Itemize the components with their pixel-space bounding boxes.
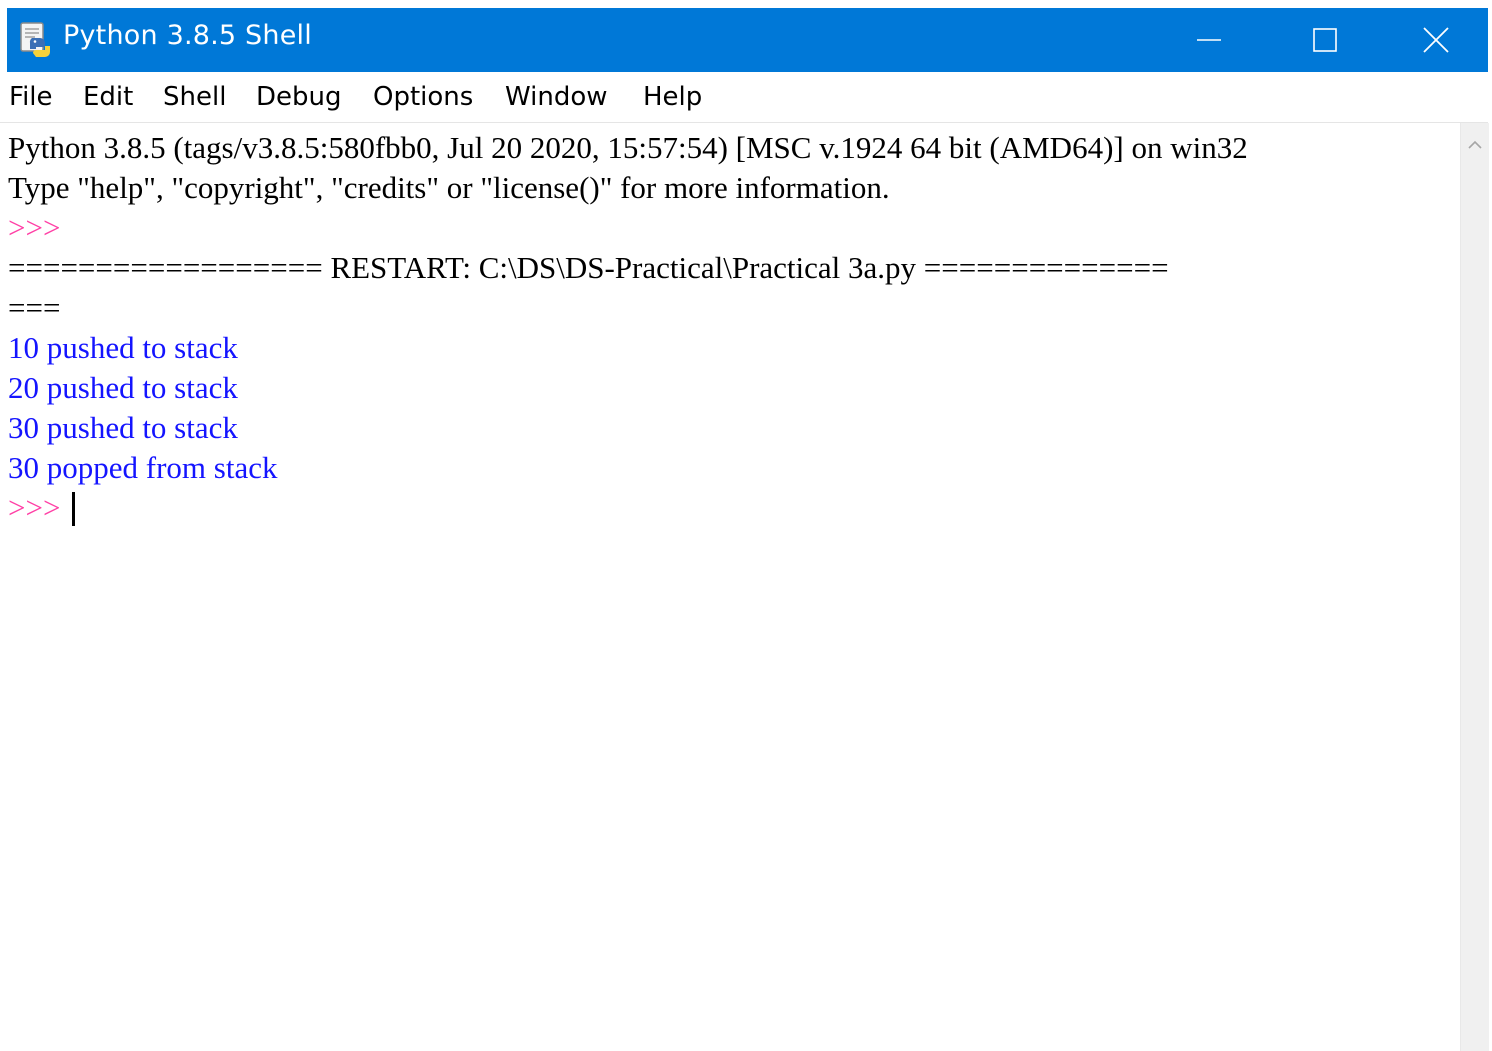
close-icon <box>1422 27 1449 53</box>
menu-shell[interactable]: Shell <box>163 80 226 114</box>
output-line: 10 pushed to stack <box>8 330 238 365</box>
vertical-scrollbar[interactable] <box>1460 123 1489 1051</box>
minimize-icon <box>1197 28 1221 52</box>
output-line: 20 pushed to stack <box>8 370 238 405</box>
restart-line-wrap: === <box>8 290 61 325</box>
text-cursor <box>72 491 76 526</box>
window-title: Python 3.8.5 Shell <box>63 20 312 51</box>
minimize-button[interactable] <box>1151 8 1267 72</box>
shell-text-area[interactable]: Python 3.8.5 (tags/v3.8.5:580fbb0, Jul 2… <box>0 123 1460 1051</box>
banner-line-1: Python 3.8.5 (tags/v3.8.5:580fbb0, Jul 2… <box>8 130 1248 165</box>
shell-prompt: >>> <box>8 210 69 245</box>
output-line: 30 popped from stack <box>8 450 278 485</box>
menu-options[interactable]: Options <box>373 80 473 114</box>
idle-shell-window: Python 3.8.5 Shell File Edit Shell Debug… <box>0 0 1492 1051</box>
menu-window[interactable]: Window <box>505 80 608 114</box>
menu-file[interactable]: File <box>9 80 53 114</box>
active-prompt-line[interactable]: >>> <box>8 488 76 528</box>
menu-debug[interactable]: Debug <box>256 80 342 114</box>
maximize-button[interactable] <box>1267 8 1383 72</box>
maximize-icon <box>1313 28 1337 52</box>
menu-edit[interactable]: Edit <box>83 80 133 114</box>
python-idle-icon[interactable] <box>15 20 55 60</box>
close-button[interactable] <box>1383 8 1488 72</box>
output-line: 30 pushed to stack <box>8 410 238 445</box>
shell-prompt: >>> <box>8 490 69 525</box>
banner-line-2: Type "help", "copyright", "credits" or "… <box>8 170 890 205</box>
menu-help[interactable]: Help <box>643 80 702 114</box>
scroll-up-arrow-icon[interactable] <box>1461 131 1489 159</box>
restart-line: ================== RESTART: C:\DS\DS-Pra… <box>8 250 1169 285</box>
menu-bar: File Edit Shell Debug Options Window Hel… <box>0 72 1488 123</box>
title-bar[interactable]: Python 3.8.5 Shell <box>7 8 1488 72</box>
